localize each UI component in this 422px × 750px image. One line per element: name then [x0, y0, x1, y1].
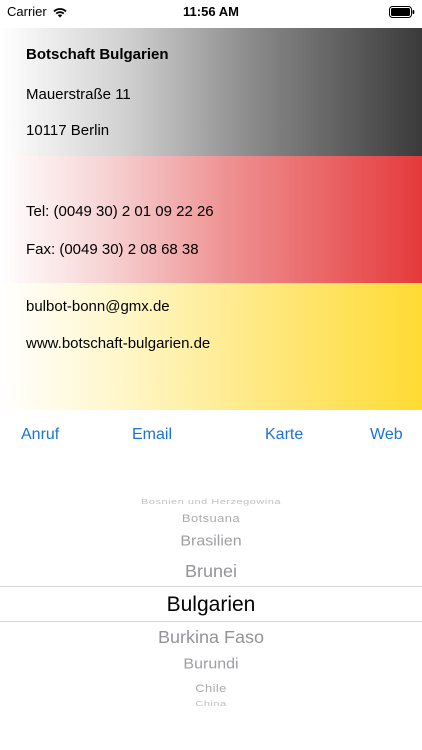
battery-icon	[389, 5, 415, 18]
web-button[interactable]: Web	[370, 426, 403, 444]
status-bar: Carrier 11:56 AM	[0, 0, 422, 24]
country-picker[interactable]: Bosnien und Herzegowina Botsuana Brasili…	[0, 488, 422, 718]
embassy-fax: Fax: (0049 30) 2 08 68 38	[26, 241, 199, 258]
embassy-city: 10117 Berlin	[26, 122, 110, 139]
picker-row[interactable]: Botsuana	[0, 512, 422, 524]
picker-selected-row[interactable]: Bulgarien	[0, 593, 422, 617]
map-button[interactable]: Karte	[265, 426, 303, 444]
picker-row[interactable]: Chile	[0, 682, 422, 694]
picker-row[interactable]: Bosnien und Herzegowina	[0, 498, 422, 506]
call-button[interactable]: Anruf	[21, 426, 59, 444]
picker-row[interactable]: Burundi	[0, 657, 422, 673]
picker-selection-bottom-line	[0, 621, 422, 622]
picker-row[interactable]: China	[0, 700, 422, 708]
phone-section: Tel: (0049 30) 2 01 09 22 26 Fax: (0049 …	[0, 156, 422, 283]
picker-row[interactable]: Brunei	[0, 561, 422, 581]
embassy-email: bulbot-bonn@gmx.de	[26, 298, 170, 315]
embassy-name: Botschaft Bulgarien	[26, 46, 169, 63]
email-button[interactable]: Email	[132, 426, 172, 444]
picker-selection-top-line	[0, 586, 422, 587]
embassy-street: Mauerstraße 11	[26, 86, 131, 103]
contact-section: bulbot-bonn@gmx.de www.botschaft-bulgari…	[0, 283, 422, 410]
embassy-web: www.botschaft-bulgarien.de	[26, 335, 211, 352]
clock: 11:56 AM	[183, 4, 239, 19]
embassy-tel: Tel: (0049 30) 2 01 09 22 26	[26, 203, 214, 220]
address-section: Botschaft Bulgarien Mauerstraße 11 10117…	[0, 28, 422, 156]
picker-row[interactable]: Burkina Faso	[0, 627, 422, 647]
picker-row[interactable]: Brasilien	[0, 534, 422, 550]
